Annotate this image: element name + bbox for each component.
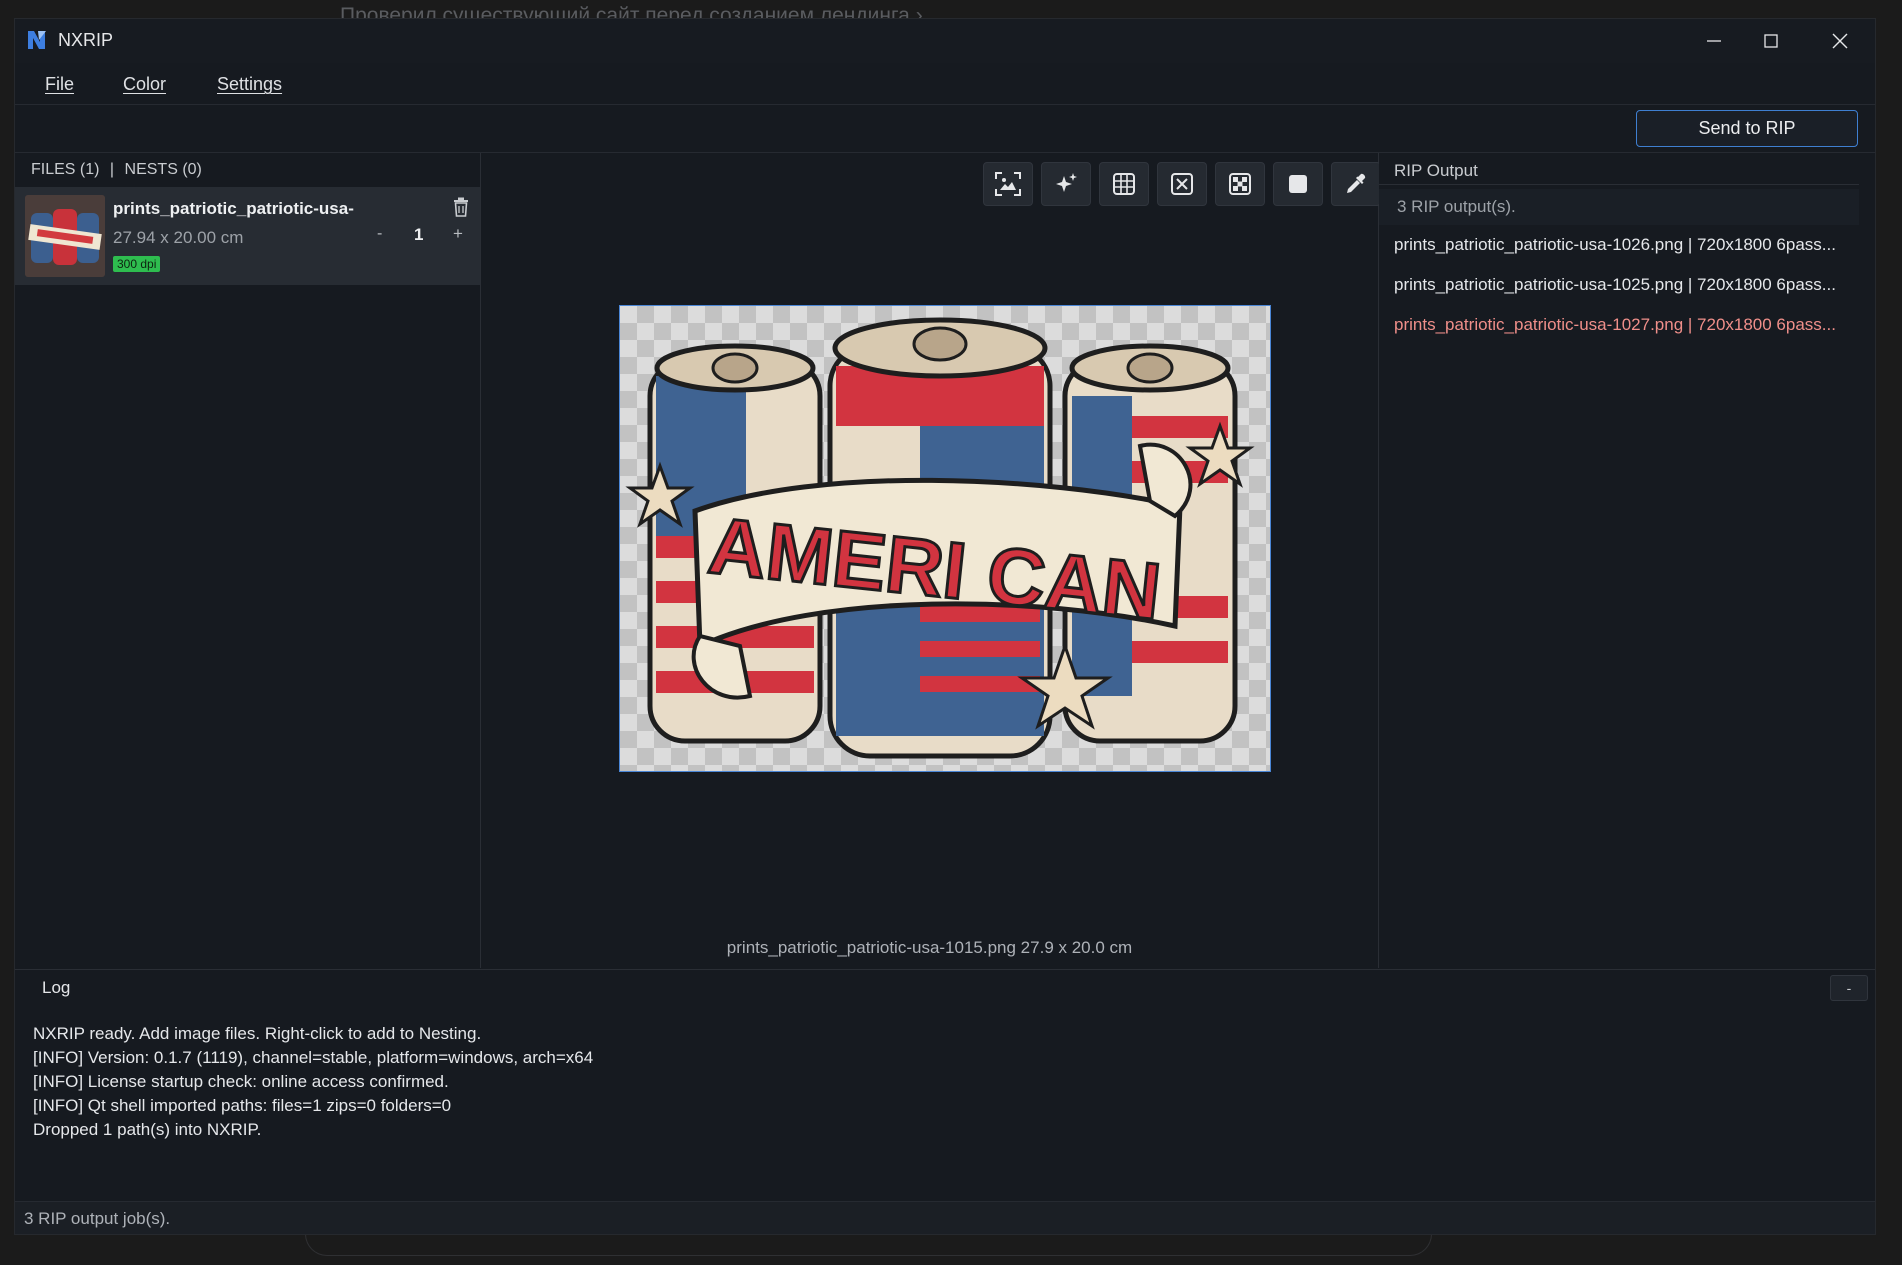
rip-output-title: RIP Output — [1394, 161, 1478, 180]
log-line: Dropped 1 path(s) into NXRIP. — [33, 1120, 262, 1139]
dpi-badge: 300 dpi — [113, 256, 161, 272]
grid-button[interactable] — [1099, 162, 1149, 206]
send-to-rip-button[interactable]: Send to RIP — [1636, 110, 1858, 147]
rip-output-item-error[interactable]: prints_patriotic_patriotic-usa-1027.png … — [1394, 315, 1859, 335]
preview-caption: prints_patriotic_patriotic-usa-1015.png … — [726, 938, 1133, 957]
log-console[interactable]: NXRIP ready. Add image files. Right-clic… — [15, 1006, 1875, 1200]
solid-background-button[interactable] — [1273, 162, 1323, 206]
minimize-icon — [1707, 40, 1721, 42]
fit-to-view-icon — [995, 172, 1021, 196]
rip-output-header: RIP Output — [1379, 153, 1859, 185]
quantity-increase-button[interactable]: + — [453, 224, 463, 244]
tab-nests[interactable]: NESTS (0) — [125, 161, 202, 178]
image-preview[interactable]: AMERI CAN — [619, 305, 1271, 772]
log-collapse-button[interactable]: - — [1830, 975, 1868, 1001]
log-header: Log - — [15, 969, 1875, 1007]
eyedropper-button[interactable] — [1331, 162, 1381, 206]
menu-color[interactable]: Color — [123, 74, 166, 95]
sparkle-icon — [1056, 173, 1077, 192]
fit-to-view-button[interactable] — [983, 162, 1033, 206]
delete-icon[interactable] — [452, 197, 470, 217]
status-bar: 3 RIP output job(s). — [15, 1201, 1875, 1234]
app-logo-icon — [28, 31, 46, 49]
app-window: NXRIP File Color Settings Send to RIP FI… — [15, 19, 1875, 1234]
file-name: prints_patriotic_patriotic-usa- — [113, 199, 354, 218]
quantity-value: 1 — [414, 225, 424, 244]
quantity-decrease-button[interactable]: - — [377, 225, 382, 243]
thumbnail-image — [25, 195, 105, 277]
rip-output-item[interactable]: prints_patriotic_patriotic-usa-1025.png … — [1394, 275, 1859, 295]
maximize-icon — [1764, 34, 1778, 48]
rip-output-panel: RIP Output 3 RIP output(s). prints_patri… — [1379, 153, 1875, 968]
menu-bar: File Color Settings — [15, 63, 1875, 105]
file-list-item[interactable]: prints_patriotic_patriotic-usa- 27.94 x … — [15, 187, 480, 285]
log-line: [INFO] Qt shell imported paths: files=1 … — [33, 1096, 452, 1115]
close-button[interactable] — [1805, 19, 1875, 63]
menu-file[interactable]: File — [45, 74, 74, 95]
log-line: [INFO] License startup check: online acc… — [33, 1072, 449, 1091]
menu-settings[interactable]: Settings — [217, 74, 282, 95]
title-bar[interactable]: NXRIP — [15, 19, 1875, 63]
window-title: NXRIP — [58, 30, 114, 50]
file-thumbnail — [25, 195, 105, 277]
preview-panel: AMERI CAN prints_patriotic_patriotic-usa… — [481, 153, 1381, 968]
files-panel: FILES (1) | NESTS (0) prints_patriotic_p… — [15, 153, 481, 968]
tab-separator: | — [109, 161, 115, 178]
checkerboard-button[interactable] — [1215, 162, 1265, 206]
remove-box-icon — [1171, 173, 1193, 195]
eyedropper-icon — [1347, 173, 1366, 193]
checkerboard-icon — [1229, 173, 1251, 195]
rip-output-item[interactable]: prints_patriotic_patriotic-usa-1026.png … — [1394, 235, 1859, 255]
top-toolbar — [15, 105, 1875, 153]
grid-icon — [1113, 173, 1135, 195]
file-dimensions: 27.94 x 20.00 cm — [113, 228, 244, 247]
maximize-button[interactable] — [1736, 19, 1806, 63]
log-line: NXRIP ready. Add image files. Right-clic… — [33, 1024, 482, 1043]
enhance-button[interactable] — [1041, 162, 1091, 206]
panel-tabs: FILES (1) | NESTS (0) — [31, 161, 208, 179]
status-text: 3 RIP output job(s). — [24, 1209, 171, 1228]
tab-files[interactable]: FILES (1) — [31, 161, 99, 178]
rip-output-count-row: 3 RIP output(s). — [1379, 189, 1859, 225]
rip-output-count: 3 RIP output(s). — [1397, 197, 1516, 216]
square-icon — [1289, 175, 1307, 193]
log-title: Log — [42, 978, 71, 997]
close-icon — [1832, 33, 1848, 49]
remove-background-button[interactable] — [1157, 162, 1207, 206]
log-line: [INFO] Version: 0.1.7 (1119), channel=st… — [33, 1048, 594, 1067]
artwork-image: AMERI CAN — [625, 317, 1255, 759]
